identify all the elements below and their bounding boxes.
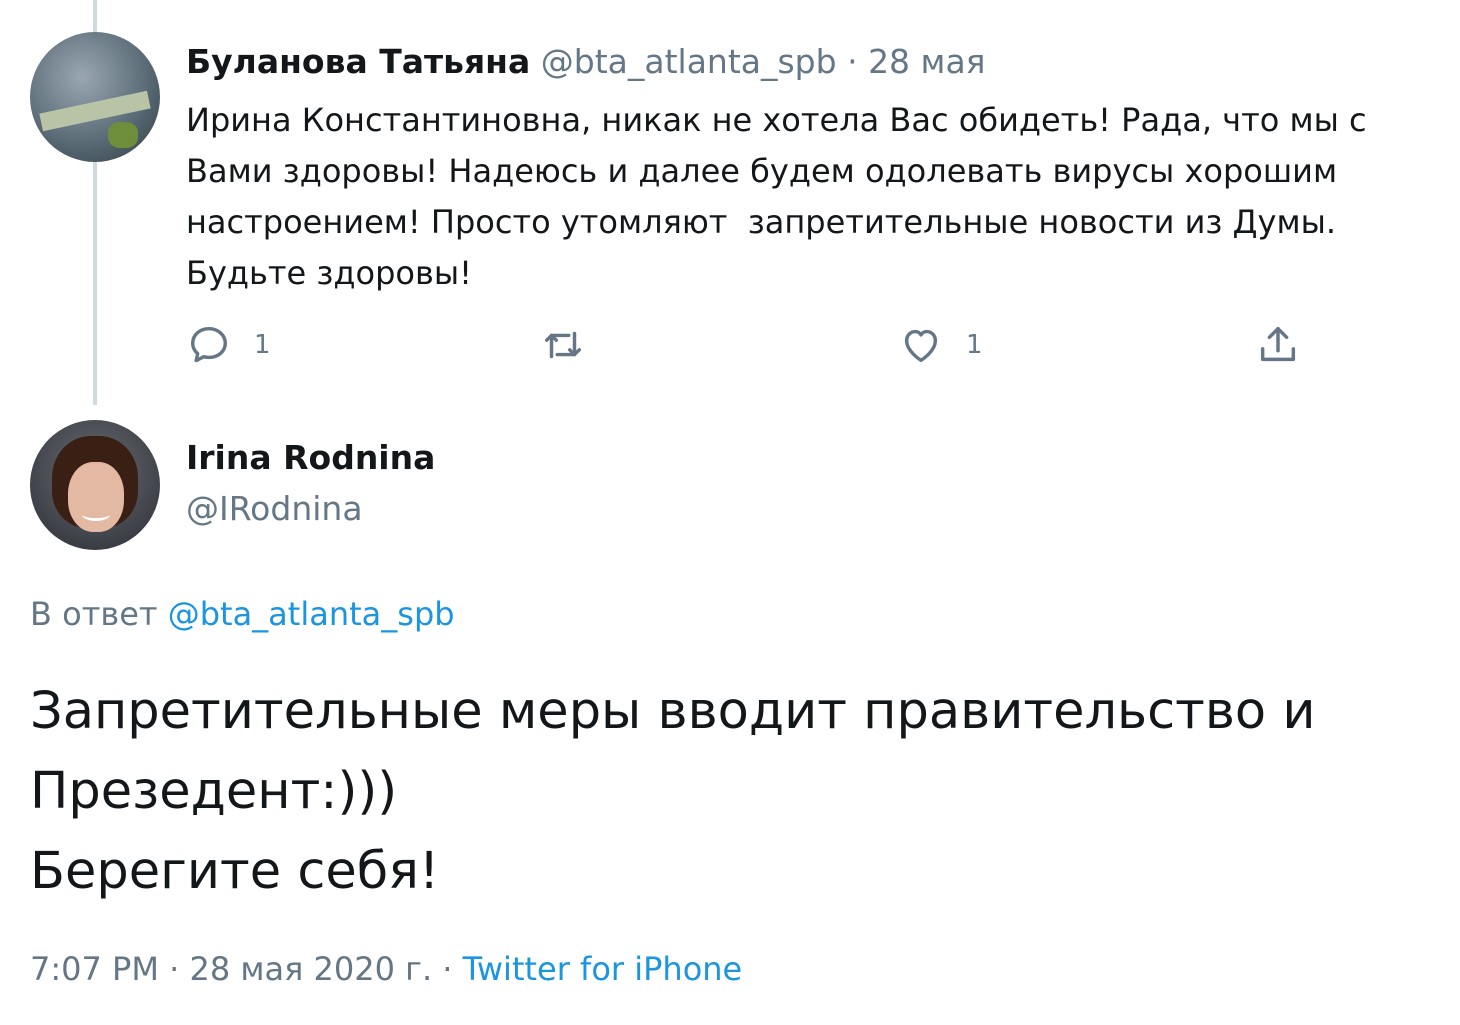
like-button[interactable]: 1 (898, 320, 983, 370)
reply-context: В ответ @bta_atlanta_spb (30, 592, 455, 636)
tweet-time[interactable]: 7:07 PM (30, 950, 159, 988)
tweet-date[interactable]: 28 мая 2020 г. (189, 950, 432, 988)
share-button[interactable] (1255, 320, 1301, 370)
author-name[interactable]: Irina Rodnina (186, 436, 435, 480)
reply-prefix: В ответ (30, 595, 158, 633)
avatar[interactable] (30, 420, 160, 550)
tweet-date[interactable]: 28 мая (868, 42, 985, 81)
share-icon (1255, 322, 1301, 368)
tweet-text-line: Презедент:))) (30, 762, 398, 821)
retweet-button[interactable] (540, 320, 586, 370)
reply-count: 1 (254, 330, 271, 360)
reply-icon (186, 322, 232, 368)
tweet-header: Буланова Татьяна @bta_atlanta_spb · 28 м… (186, 40, 986, 84)
tweet-text: Ирина Константиновна, никак не хотела Ва… (186, 101, 1377, 292)
header-separator: · (836, 42, 869, 81)
author-name[interactable]: Буланова Татьяна (186, 42, 530, 81)
tweet-metadata: 7:07 PM · 28 мая 2020 г. · Twitter for i… (30, 945, 742, 993)
tweet-text: Запретительные меры вводит правительство… (30, 672, 1430, 912)
author-handle[interactable]: @IRodnina (186, 487, 363, 531)
author-handle[interactable]: @bta_atlanta_spb (541, 42, 837, 81)
heart-icon (898, 322, 944, 368)
meta-separator: · (432, 950, 463, 988)
reply-to-link[interactable]: @bta_atlanta_spb (168, 595, 455, 633)
reply-button[interactable]: 1 (186, 320, 271, 370)
retweet-icon (540, 322, 586, 368)
avatar[interactable] (30, 32, 160, 162)
tweet-text-line: Берегите себя! (30, 842, 440, 901)
tweet-source-link[interactable]: Twitter for iPhone (463, 950, 743, 988)
meta-separator: · (158, 950, 190, 988)
tweet-text-line: Запретительные меры вводит правительство… (30, 682, 1316, 741)
like-count: 1 (966, 330, 983, 360)
